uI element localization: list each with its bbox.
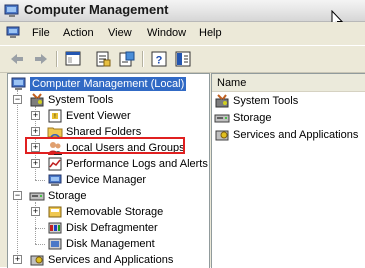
- export-list-icon[interactable]: [118, 50, 136, 68]
- tree-label: Event Viewer: [66, 110, 131, 122]
- expand-icon[interactable]: +: [13, 255, 22, 264]
- title-bar[interactable]: Computer Management: [0, 0, 365, 29]
- system-tools-icon: [214, 93, 230, 109]
- expand-icon[interactable]: +: [31, 159, 40, 168]
- tree-node-storage[interactable]: − Storage: [11, 188, 207, 204]
- expand-icon[interactable]: +: [31, 127, 40, 136]
- storage-icon: [29, 188, 45, 204]
- tree-label: Performance Logs and Alerts: [66, 158, 208, 170]
- tree-node-device-manager[interactable]: Device Manager: [29, 172, 209, 188]
- tree-label: Disk Defragmenter: [66, 222, 158, 234]
- tree-label: System Tools: [48, 94, 114, 106]
- tree-label: Storage: [48, 190, 87, 202]
- tree-node-disk-management[interactable]: Disk Management: [29, 236, 209, 252]
- tree-node-removable-storage[interactable]: + Removable Storage: [29, 204, 209, 220]
- storage-icon: [214, 110, 230, 126]
- expand-icon[interactable]: +: [31, 111, 40, 120]
- system-tools-icon: [29, 92, 45, 108]
- list-item-label: Services and Applications: [233, 129, 359, 141]
- menu-file[interactable]: File: [32, 27, 50, 39]
- computer-icon: [11, 76, 27, 92]
- properties-icon[interactable]: [94, 50, 112, 68]
- tree-node-event-viewer[interactable]: + ! Event Viewer: [29, 108, 209, 124]
- collapse-icon[interactable]: −: [13, 95, 22, 104]
- system-menu-icon[interactable]: [6, 26, 22, 43]
- menu-view[interactable]: View: [108, 27, 132, 39]
- list-item-label: System Tools: [233, 95, 299, 107]
- forward-icon[interactable]: [32, 50, 50, 68]
- window-title: Computer Management: [24, 2, 169, 17]
- tree-node-services-apps[interactable]: + Services and Applications: [11, 252, 207, 268]
- performance-logs-icon: [47, 156, 63, 172]
- toolbar: ?: [0, 45, 365, 73]
- disk-management-icon: [47, 236, 63, 252]
- console-tree-pane[interactable]: Computer Management (Local) − System Too…: [7, 73, 210, 268]
- tree-connector: [35, 180, 45, 181]
- column-header-name[interactable]: Name: [212, 74, 365, 92]
- menu-bar: File Action View Window Help: [0, 22, 365, 44]
- toolbar-separator: [142, 51, 143, 67]
- expand-icon[interactable]: +: [31, 207, 40, 216]
- services-apps-icon: [214, 127, 230, 143]
- details-pane[interactable]: Name System Tools Storage Services and A…: [211, 73, 365, 268]
- tree-node-disk-defragmenter[interactable]: Disk Defragmenter: [29, 220, 209, 236]
- tree-connector: [17, 90, 18, 260]
- event-viewer-icon: !: [47, 108, 63, 124]
- show-hide-tree-icon[interactable]: [64, 50, 82, 68]
- menu-help[interactable]: Help: [199, 27, 222, 39]
- svg-text:?: ?: [156, 55, 163, 67]
- computer-management-window: Computer Management File Action View Win…: [0, 0, 365, 268]
- tree-label-root: Computer Management (Local): [30, 77, 187, 91]
- tree-label: Disk Management: [66, 238, 155, 250]
- highlight-annotation: [25, 137, 185, 154]
- computer-management-icon: [4, 3, 20, 22]
- tree-label: Services and Applications: [48, 254, 174, 266]
- toolbar-separator: [56, 51, 57, 67]
- tree-connector: [35, 244, 45, 245]
- collapse-icon[interactable]: −: [13, 191, 22, 200]
- menu-action[interactable]: Action: [63, 27, 94, 39]
- device-manager-icon: [47, 172, 63, 188]
- removable-storage-icon: [47, 204, 63, 220]
- column-header-label: Name: [217, 77, 247, 89]
- tree-node-root[interactable]: Computer Management (Local): [11, 76, 207, 92]
- help-icon[interactable]: ?: [150, 50, 168, 68]
- back-icon[interactable]: [8, 50, 26, 68]
- tree-label: Device Manager: [66, 174, 147, 186]
- menu-window[interactable]: Window: [147, 27, 186, 39]
- tree-node-performance-logs[interactable]: + Performance Logs and Alerts: [29, 156, 209, 172]
- tree-node-system-tools[interactable]: − System Tools: [11, 92, 207, 108]
- tree-connector: [35, 228, 45, 229]
- disk-defragmenter-icon: [47, 220, 63, 236]
- services-apps-icon: [29, 252, 45, 268]
- list-item-label: Storage: [233, 112, 272, 124]
- tree-label: Removable Storage: [66, 206, 164, 218]
- console-tree-icon[interactable]: [174, 50, 192, 68]
